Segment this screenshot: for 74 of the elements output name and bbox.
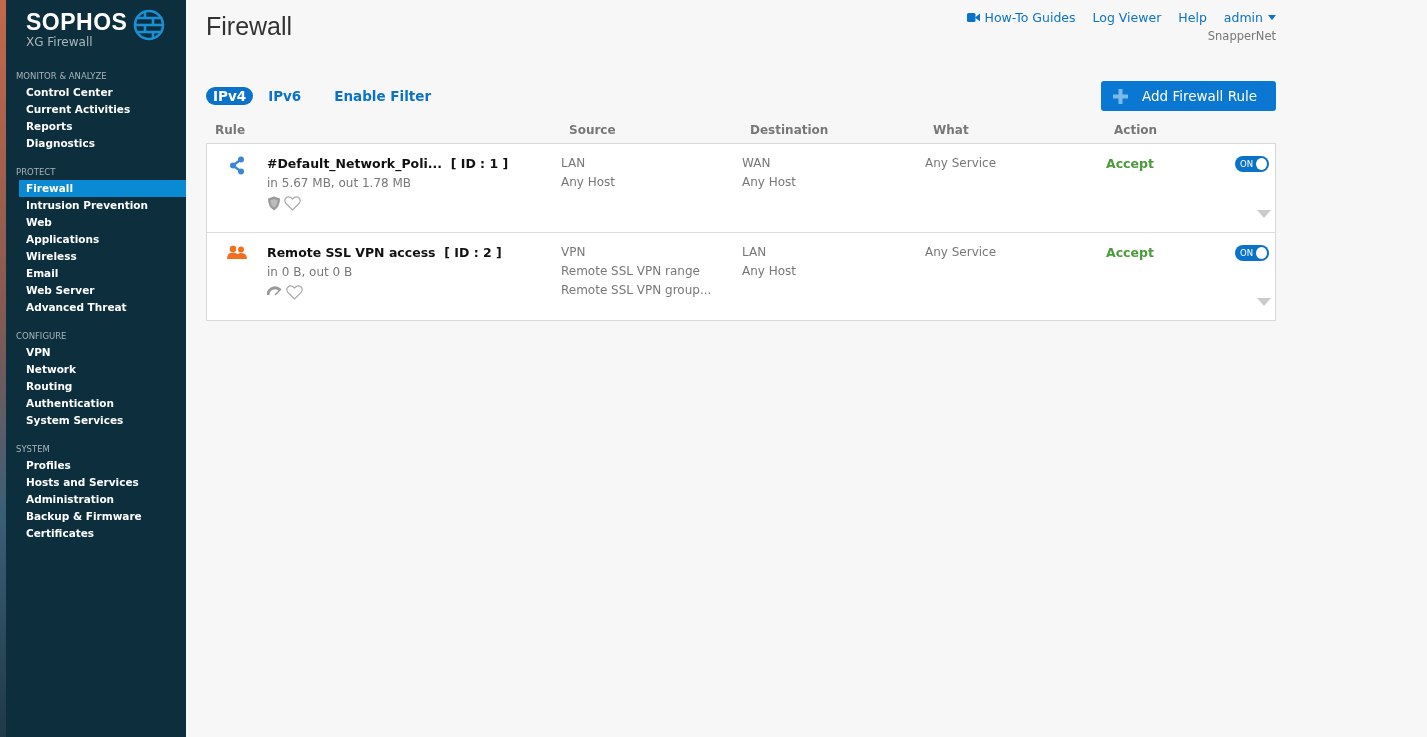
brand-logo: SOPHOS	[26, 8, 128, 36]
section-heading: MONITOR & ANALYZE	[15, 71, 108, 81]
filter-link[interactable]: Enable Filter	[334, 88, 432, 104]
source-text: VPN	[561, 245, 586, 259]
sidebar-item[interactable]: System Services	[6, 412, 186, 429]
user-menu[interactable]: admin	[1223, 10, 1276, 25]
sidebar-item[interactable]: Firewall	[19, 180, 186, 197]
action-text: Accept	[1106, 156, 1154, 171]
action-text: Accept	[1106, 245, 1154, 260]
users-icon	[227, 245, 247, 259]
section-heading: PROTECT	[15, 167, 57, 177]
column-header: Action	[1114, 123, 1159, 137]
traffic-text: in 5.67 MB, out 1.78 MB	[267, 176, 413, 190]
rule-toggle[interactable]: ON	[1235, 245, 1269, 261]
traffic-text: in 0 B, out 0 B	[267, 265, 354, 279]
sidebar-item[interactable]: Applications	[6, 231, 186, 248]
rule-name[interactable]: Remote SSL VPN access [ ID : 2 ]	[267, 245, 502, 260]
sidebar-item[interactable]: Hosts and Services	[6, 474, 186, 491]
destination-text: Any Host	[742, 264, 797, 278]
destination-text: WAN	[742, 156, 771, 170]
globe-icon	[133, 9, 166, 41]
source-text: Any Host	[561, 175, 616, 189]
sidebar-item[interactable]: Certificates	[6, 525, 186, 542]
add-rule-button[interactable]: Add Firewall Rule	[1101, 81, 1276, 111]
service-text: Any Service	[925, 156, 997, 170]
sidebar-item[interactable]: Email	[6, 265, 186, 282]
source-text: LAN	[561, 156, 586, 170]
source-text: Remote SSL VPN group...	[561, 283, 712, 297]
section-heading: CONFIGURE	[15, 331, 68, 341]
heart-icon[interactable]	[284, 196, 301, 211]
column-header: What	[933, 123, 970, 137]
section-heading: SYSTEM	[15, 444, 51, 454]
sidebar-item[interactable]: Authentication	[6, 395, 186, 412]
log-viewer-link[interactable]: Log Viewer	[1092, 10, 1162, 25]
ip-tab[interactable]: IPv4	[206, 87, 254, 105]
gauge-icon	[267, 285, 283, 297]
rule-toggle[interactable]: ON	[1235, 156, 1269, 172]
sidebar-item[interactable]: Intrusion Prevention	[6, 197, 186, 214]
sidebar-item[interactable]: Profiles	[6, 457, 186, 474]
heart-icon[interactable]	[286, 285, 303, 300]
device-name: SnapperNet	[1207, 29, 1276, 43]
expand-caret-icon[interactable]	[1257, 298, 1271, 306]
column-header: Rule	[215, 123, 247, 137]
expand-caret-icon[interactable]	[1257, 210, 1271, 218]
rule-name[interactable]: #Default_Network_Poli... [ ID : 1 ]	[267, 156, 509, 171]
caret-icon	[1268, 15, 1276, 20]
sidebar-item[interactable]: Diagnostics	[6, 135, 186, 152]
sidebar-item[interactable]: Web	[6, 214, 186, 231]
sidebar-item[interactable]: Control Center	[6, 84, 186, 101]
column-header: Source	[569, 123, 617, 137]
sidebar-item[interactable]: Administration	[6, 491, 186, 508]
sidebar-item[interactable]: Network	[6, 361, 186, 378]
sidebar-item[interactable]: Advanced Threat	[6, 299, 186, 316]
help-link[interactable]: Help	[1178, 10, 1207, 25]
sidebar-item[interactable]: Routing	[6, 378, 186, 395]
guides-link[interactable]: How-To Guides	[966, 10, 1076, 25]
sidebar-item[interactable]: Backup & Firmware	[6, 508, 186, 525]
sidebar-item[interactable]: Reports	[6, 118, 186, 135]
page-title: Firewall	[206, 12, 293, 41]
video-camera-icon	[966, 13, 980, 22]
product-name: XG Firewall	[26, 35, 94, 49]
service-text: Any Service	[925, 245, 997, 259]
sidebar-item[interactable]: Web Server	[6, 282, 186, 299]
shield-icon	[267, 196, 281, 211]
sidebar-item[interactable]: Current Activities	[6, 101, 186, 118]
source-text: Remote SSL VPN range	[561, 264, 700, 278]
destination-text: Any Host	[742, 175, 797, 189]
sidebar-item[interactable]: Wireless	[6, 248, 186, 265]
destination-text: LAN	[742, 245, 767, 259]
share-icon	[229, 156, 245, 175]
plus-icon	[1113, 88, 1128, 104]
column-header: Destination	[750, 123, 830, 137]
sidebar-item[interactable]: VPN	[6, 344, 186, 361]
ip-tab[interactable]: IPv6	[261, 87, 309, 105]
